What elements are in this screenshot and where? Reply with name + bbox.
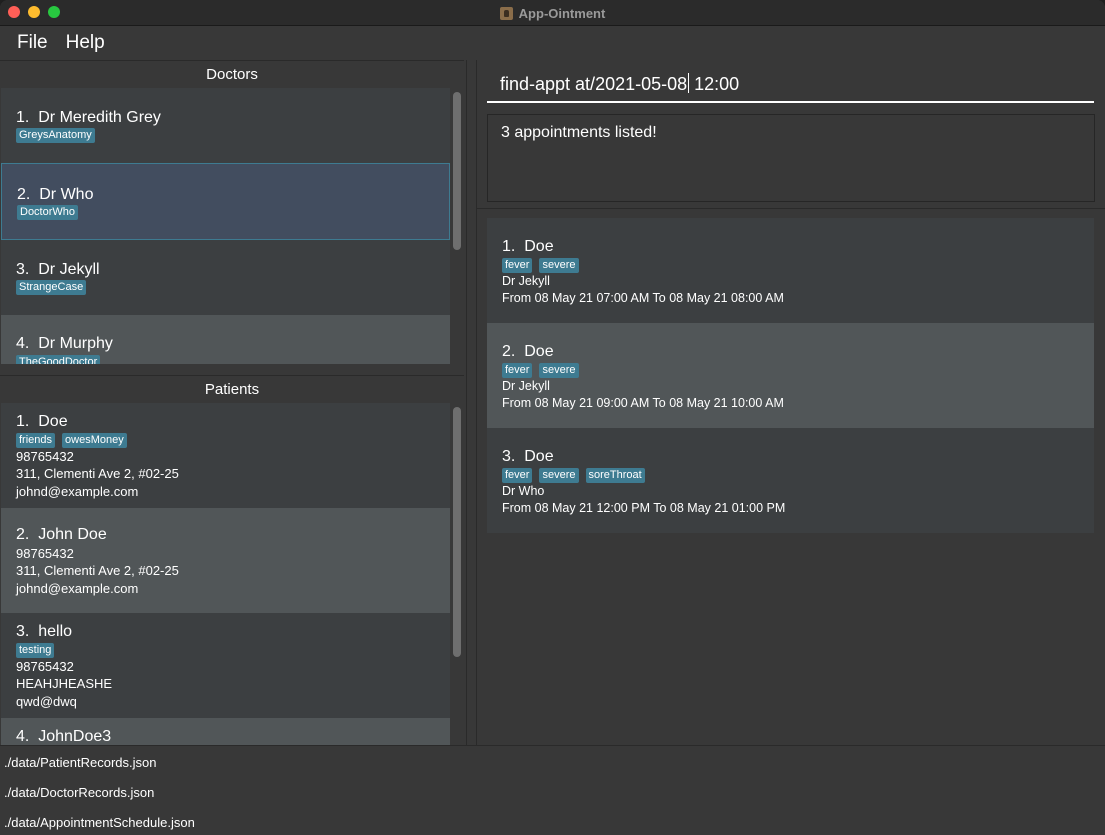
appointment-doctor: Dr Jekyll [502, 379, 550, 393]
appointment-tag: soreThroat [585, 468, 645, 483]
patient-phone: 98765432 [16, 449, 74, 464]
patient-email: johnd@example.com [16, 581, 139, 596]
doctor-name: 3. Dr Jekyll [16, 261, 100, 278]
result-divider [477, 208, 1105, 209]
patient-email: johnd@example.com [16, 484, 139, 499]
app-icon [499, 6, 513, 20]
appointment-doctor: Dr Who [502, 484, 545, 498]
appointment-card[interactable]: 2. Doe fever severe Dr Jekyll From 08 Ma… [487, 323, 1094, 428]
result-display: 3 appointments listed! [487, 114, 1095, 202]
patient-card[interactable]: 4. JohnDoe3 [1, 718, 450, 745]
patient-address: HEAHJHEASHE [16, 676, 113, 691]
doctor-tag: GreysAnatomy [16, 128, 95, 143]
doctor-list: 1. Dr Meredith Grey GreysAnatomy 2. Dr W… [1, 88, 450, 364]
patient-tag: testing [16, 643, 55, 658]
patient-address: 311, Clementi Ave 2, #02-25 [16, 466, 179, 481]
doctor-card[interactable]: 1. Dr Meredith Grey GreysAnatomy [1, 88, 450, 163]
patient-name: 3. hello [16, 623, 73, 640]
doctor-scroll-thumb[interactable] [453, 92, 461, 250]
appointment-card[interactable]: 1. Doe fever severe Dr Jekyll From 08 Ma… [487, 218, 1094, 323]
title-bar: App-Ointment [0, 0, 1105, 26]
left-panel: Doctors 1. Dr Meredith Grey GreysAnatomy… [0, 60, 466, 745]
patient-name: 4. JohnDoe3 [16, 728, 112, 745]
doctor-card-selected[interactable]: 2. Dr Who DoctorWho [1, 163, 450, 240]
appointment-card[interactable]: 3. Doe fever severe soreThroat Dr Who Fr… [487, 428, 1094, 533]
doctor-card[interactable]: 3. Dr Jekyll StrangeCase [1, 240, 450, 315]
appointment-file-path: ./data/AppointmentSchedule.json [4, 815, 195, 830]
appointment-tag: severe [539, 468, 579, 483]
patient-phone: 98765432 [16, 659, 74, 674]
doctors-header: Doctors [0, 60, 464, 88]
patients-header: Patients [0, 375, 464, 403]
doctor-list-scrollbar[interactable] [450, 88, 464, 364]
doctor-tag: TheGoodDoctor [16, 355, 101, 364]
doctor-tag: DoctorWho [17, 205, 79, 220]
appointment-tag: fever [502, 468, 533, 483]
appointment-tag: fever [502, 363, 533, 378]
patient-file-path: ./data/PatientRecords.json [4, 755, 157, 770]
doctor-name: 1. Dr Meredith Grey [16, 109, 161, 126]
doctor-name: 2. Dr Who [17, 186, 94, 203]
menu-help[interactable]: Help [66, 32, 105, 54]
appointment-tag: fever [502, 258, 533, 273]
menu-bar: File Help [0, 26, 1105, 60]
patient-tag: friends [16, 433, 56, 448]
command-input[interactable]: find-appt at/2021-05-08 12:00 [500, 73, 739, 95]
appointment-tag: severe [539, 258, 579, 273]
doctor-card[interactable]: 4. Dr Murphy TheGoodDoctor [1, 315, 450, 364]
doctor-name: 4. Dr Murphy [16, 335, 113, 352]
menu-file[interactable]: File [17, 32, 48, 54]
status-bar: ./data/PatientRecords.json ./data/Doctor… [0, 745, 1105, 835]
app-window: App-Ointment File Help Doctors 1. Dr Mer… [0, 0, 1105, 835]
appointment-time: From 08 May 21 09:00 AM To 08 May 21 10:… [502, 396, 784, 410]
doctor-file-path: ./data/DoctorRecords.json [4, 785, 155, 800]
patient-address: 311, Clementi Ave 2, #02-25 [16, 563, 179, 578]
patient-list: 1. Doe friends owesMoney 98765432 311, C… [1, 403, 450, 745]
patient-tag: owesMoney [62, 433, 127, 448]
command-underline [487, 101, 1094, 103]
patient-email: qwd@dwq [16, 694, 77, 709]
result-message: 3 appointments listed! [501, 124, 657, 141]
patient-card[interactable]: 3. hello testing 98765432 HEAHJHEASHE qw… [1, 613, 450, 718]
right-panel: find-appt at/2021-05-08 12:00 3 appointm… [476, 60, 1105, 745]
appointment-patient: 1. Doe [502, 238, 554, 255]
patient-scroll-thumb[interactable] [453, 407, 461, 657]
split-pane-divider[interactable] [466, 60, 476, 745]
window-title: App-Ointment [518, 5, 606, 21]
command-box[interactable]: find-appt at/2021-05-08 12:00 [477, 60, 1105, 106]
patient-phone: 98765432 [16, 546, 74, 561]
appointment-time: From 08 May 21 07:00 AM To 08 May 21 08:… [502, 291, 784, 305]
appointment-list: 1. Doe fever severe Dr Jekyll From 08 Ma… [487, 218, 1094, 534]
appointment-time: From 08 May 21 12:00 PM To 08 May 21 01:… [502, 501, 786, 515]
patient-card[interactable]: 1. Doe friends owesMoney 98765432 311, C… [1, 403, 450, 508]
patient-list-scrollbar[interactable] [450, 403, 464, 745]
doctor-tag: StrangeCase [16, 280, 87, 295]
patient-name: 1. Doe [16, 413, 68, 430]
appointment-patient: 2. Doe [502, 343, 554, 360]
appointment-tag: severe [539, 363, 579, 378]
appointment-patient: 3. Doe [502, 448, 554, 465]
patient-card[interactable]: 2. John Doe 98765432 311, Clementi Ave 2… [1, 508, 450, 613]
appointment-doctor: Dr Jekyll [502, 274, 550, 288]
patient-name: 2. John Doe [16, 526, 107, 543]
